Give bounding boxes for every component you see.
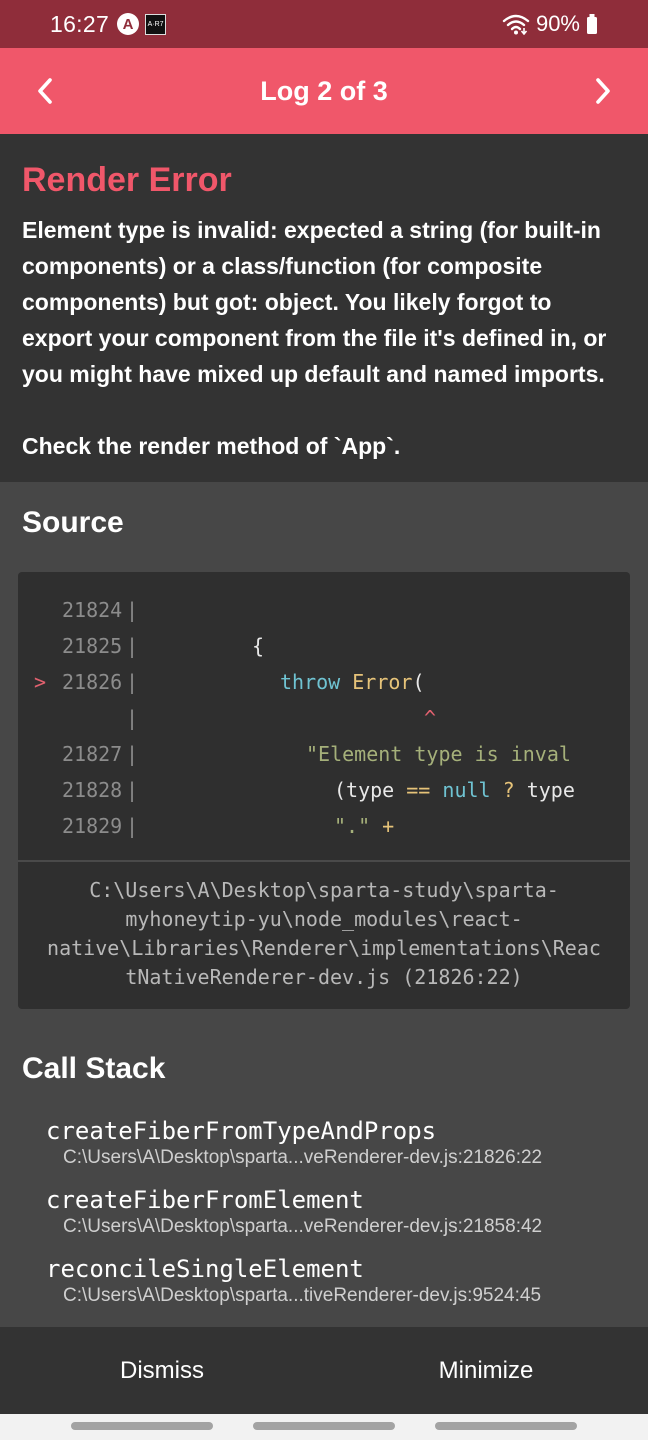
stack-frame[interactable]: reconcileSingleElement C:\Users\A\Deskto… bbox=[46, 1254, 541, 1308]
line-marker bbox=[18, 700, 62, 736]
chevron-left-icon bbox=[38, 78, 52, 104]
line-marker bbox=[18, 736, 62, 772]
code-operator: + bbox=[382, 814, 395, 838]
code-lines: 21824 | 21825 | { > 21826 | throw Error(… bbox=[18, 572, 630, 844]
frame-location: C:\Users\A\Desktop\sparta...veRenderer-d… bbox=[63, 1216, 543, 1237]
line-bar: | bbox=[126, 706, 139, 730]
error-message: Element type is invalid: expected a stri… bbox=[22, 217, 607, 459]
code-text: throw Error( bbox=[156, 664, 425, 700]
back-handle[interactable] bbox=[435, 1422, 577, 1430]
line-number: 21829 bbox=[62, 814, 123, 838]
battery-percent: 90% bbox=[535, 11, 580, 36]
next-log-button[interactable] bbox=[560, 48, 646, 134]
chevron-right-icon bbox=[596, 78, 610, 104]
code-string: "." bbox=[334, 814, 371, 838]
code-identifier: type bbox=[526, 778, 575, 802]
line-number: 21825 bbox=[62, 634, 123, 658]
code-keyword: null bbox=[442, 778, 491, 802]
footer-actions: Dismiss Minimize bbox=[0, 1327, 648, 1414]
code-operator: == bbox=[406, 778, 431, 802]
status-time: 16:27 bbox=[50, 10, 110, 37]
code-line: 21827 | "Element type is inval bbox=[18, 736, 630, 772]
line-marker bbox=[18, 592, 62, 628]
code-text: { bbox=[252, 634, 265, 658]
line-bar: | bbox=[126, 598, 139, 622]
error-panel: Render Error Element type is invalid: ex… bbox=[0, 134, 648, 482]
line-bar: | bbox=[126, 778, 139, 802]
wifi-icon bbox=[502, 14, 530, 35]
frame-function-name: createFiberFromTypeAndProps bbox=[46, 1117, 437, 1145]
code-divider bbox=[18, 860, 630, 862]
line-number: 21826 bbox=[62, 670, 123, 694]
code-punct: (type bbox=[334, 778, 395, 802]
code-line: | ^ bbox=[18, 700, 630, 736]
code-line-highlighted: > 21826 | throw Error( bbox=[18, 664, 630, 700]
code-line: 21828 | (type == null ? type bbox=[18, 772, 630, 808]
code-operator: ? bbox=[502, 778, 515, 802]
error-caret: ^ bbox=[424, 706, 437, 730]
line-marker bbox=[18, 772, 62, 808]
source-heading: Source bbox=[22, 506, 124, 539]
line-bar: | bbox=[126, 670, 139, 694]
line-marker bbox=[18, 808, 62, 844]
code-line: 21825 | { bbox=[18, 628, 630, 664]
frame-location: C:\Users\A\Desktop\sparta...tiveRenderer… bbox=[63, 1285, 542, 1306]
code-keyword: throw bbox=[280, 670, 341, 694]
status-bar: 16:27 A A·R7 90% bbox=[0, 0, 648, 48]
stack-frame[interactable]: createFiberFromElement C:\Users\A\Deskto… bbox=[46, 1185, 542, 1239]
minimize-button[interactable]: Minimize bbox=[324, 1327, 648, 1414]
line-bar: | bbox=[126, 742, 139, 766]
line-bar: | bbox=[126, 634, 139, 658]
line-number: 21824 bbox=[62, 598, 123, 622]
frame-function-name: reconcileSingleElement bbox=[46, 1255, 364, 1283]
source-file-path[interactable]: C:\Users\A\Desktop\sparta-study\sparta- … bbox=[18, 876, 630, 992]
log-header: Log 2 of 3 bbox=[0, 48, 648, 134]
frame-location: C:\Users\A\Desktop\sparta...veRenderer-d… bbox=[63, 1147, 543, 1168]
line-number bbox=[62, 700, 126, 736]
code-string: "Element type is inval bbox=[306, 742, 571, 766]
frame-function-name: createFiberFromElement bbox=[46, 1186, 364, 1214]
line-number: 21827 bbox=[62, 742, 123, 766]
status-right: 90% bbox=[502, 11, 598, 37]
stack-frame[interactable]: createFiberFromTypeAndProps C:\Users\A\D… bbox=[46, 1116, 542, 1170]
code-text: "." + bbox=[156, 808, 394, 844]
dismiss-button[interactable]: Dismiss bbox=[0, 1327, 324, 1414]
recents-handle[interactable] bbox=[71, 1422, 213, 1430]
system-nav-bar bbox=[0, 1414, 648, 1440]
code-text: (type == null ? type bbox=[156, 772, 575, 808]
line-marker: > bbox=[33, 670, 47, 694]
home-handle[interactable] bbox=[253, 1422, 395, 1430]
previous-log-button[interactable] bbox=[2, 48, 88, 134]
code-line: 21824 | bbox=[18, 592, 630, 628]
code-frame[interactable]: 21824 | 21825 | { > 21826 | throw Error(… bbox=[18, 572, 630, 1009]
code-punct: ( bbox=[412, 670, 425, 694]
code-line: 21829 | "." + bbox=[18, 808, 630, 844]
call-stack-heading: Call Stack bbox=[22, 1052, 166, 1085]
line-bar: | bbox=[126, 814, 139, 838]
line-marker bbox=[18, 628, 62, 664]
app-a-icon: A bbox=[117, 13, 140, 35]
log-counter-title: Log 2 of 3 bbox=[260, 75, 388, 106]
error-title: Render Error bbox=[22, 161, 232, 199]
battery-icon bbox=[587, 14, 597, 34]
app-square-icon: A·R7 bbox=[145, 13, 167, 35]
line-number: 21828 bbox=[62, 778, 123, 802]
code-function: Error bbox=[352, 670, 413, 694]
